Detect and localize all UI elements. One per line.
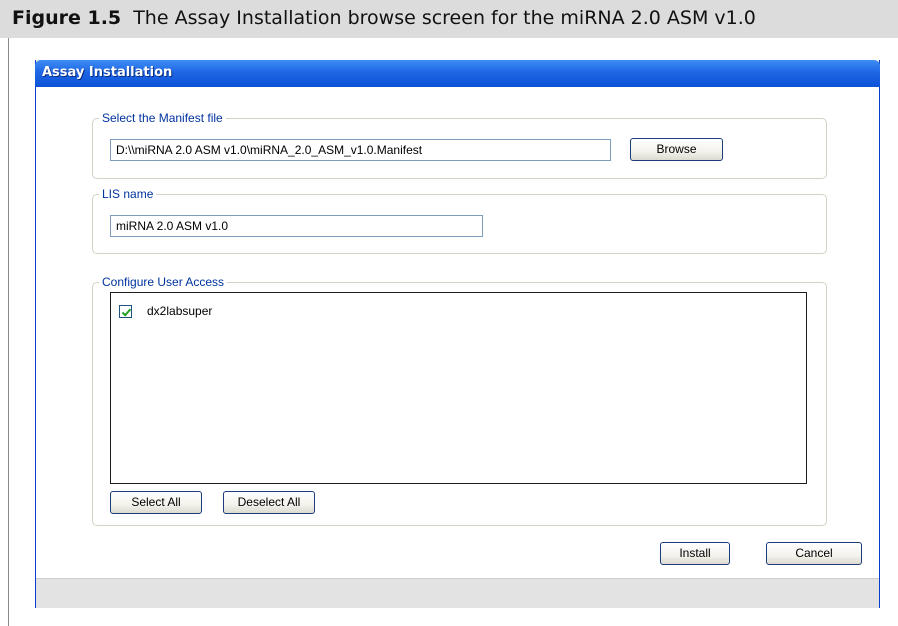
figure-label: Figure 1.5 [12, 7, 122, 29]
figure-caption: The Assay Installation browse screen for… [133, 7, 756, 29]
manifest-file-group: Select the Manifest file D:\\miRNA 2.0 A… [92, 111, 827, 179]
lis-name-group: LIS name miRNA 2.0 ASM v1.0 [92, 187, 827, 254]
cancel-button[interactable]: Cancel [766, 542, 862, 565]
assay-installation-window: Assay Installation Select the Manifest f… [35, 60, 880, 608]
status-bar [36, 578, 879, 608]
user-list-item[interactable]: dx2labsuper [119, 303, 212, 319]
window-client-area: Select the Manifest file D:\\miRNA 2.0 A… [36, 87, 879, 578]
user-name-label: dx2labsuper [147, 304, 213, 318]
figure-frame [8, 38, 9, 626]
lis-group-legend: LIS name [99, 187, 157, 201]
deselect-all-button[interactable]: Deselect All [223, 491, 315, 514]
manifest-path-field[interactable]: D:\\miRNA 2.0 ASM v1.0\miRNA_2.0_ASM_v1.… [110, 139, 611, 161]
window-titlebar[interactable]: Assay Installation [35, 60, 880, 87]
figure-caption-bar: Figure 1.5 The Assay Installation browse… [0, 0, 898, 38]
manifest-group-legend: Select the Manifest file [99, 111, 226, 125]
user-access-group-legend: Configure User Access [99, 275, 228, 289]
browse-button[interactable]: Browse [630, 138, 723, 161]
user-access-list[interactable]: dx2labsuper [110, 292, 807, 484]
user-checkbox[interactable] [119, 304, 132, 318]
window-title: Assay Installation [42, 65, 173, 80]
install-button[interactable]: Install [660, 542, 730, 565]
select-all-button[interactable]: Select All [110, 491, 202, 514]
user-access-group: Configure User Access dx2labsuper Select… [92, 275, 827, 526]
lis-name-field[interactable]: miRNA 2.0 ASM v1.0 [110, 215, 483, 237]
checkmark-icon [121, 308, 132, 317]
